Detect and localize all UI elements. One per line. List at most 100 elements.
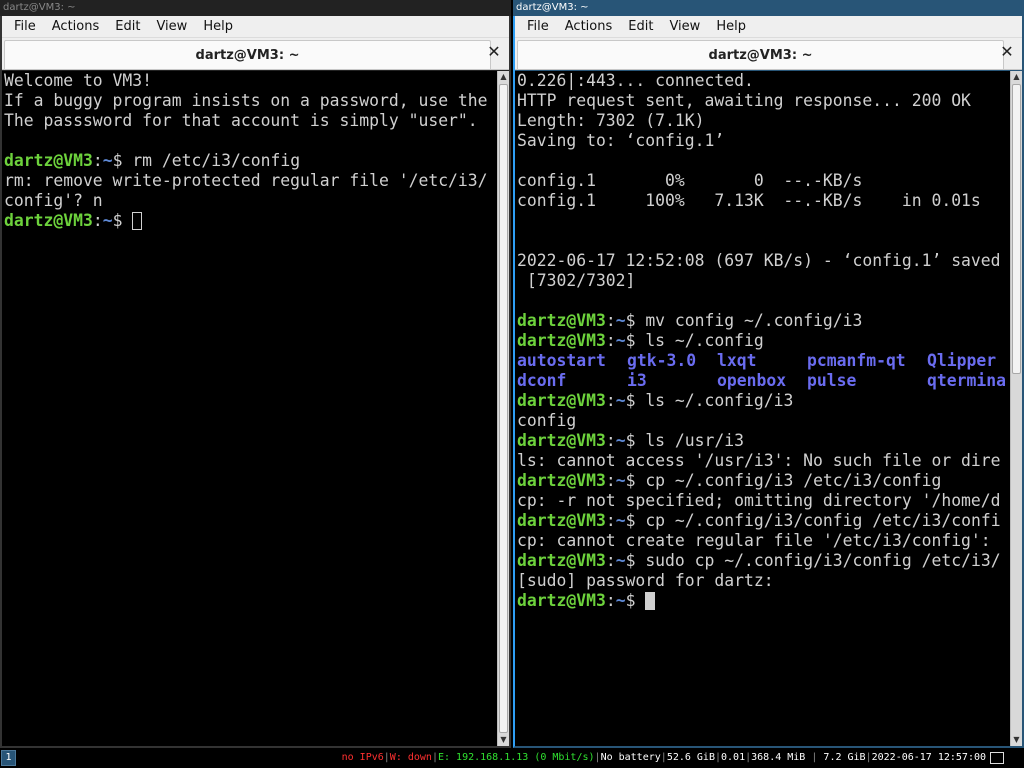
menu-actions[interactable]: Actions bbox=[44, 16, 108, 38]
menu-help[interactable]: Help bbox=[708, 16, 754, 38]
output-line: Length: 7302 (7.1K) bbox=[517, 111, 705, 130]
directory-entry: lxqt bbox=[717, 351, 757, 370]
menu-view[interactable]: View bbox=[148, 16, 195, 38]
output-line: config bbox=[517, 411, 577, 430]
output-line: config.1 0% 0 --.-KB/s bbox=[517, 171, 863, 190]
directory-entry: pcmanfm-qt bbox=[807, 351, 906, 370]
prompt-path: ~ bbox=[102, 151, 113, 170]
prompt-path: ~ bbox=[615, 511, 626, 530]
prompt-user: dartz@VM3 bbox=[517, 391, 606, 410]
right-terminal-window[interactable]: dartz@VM3: ~ File Actions Edit View Help… bbox=[513, 0, 1024, 748]
prompt-colon: : bbox=[92, 211, 103, 230]
directory-entry: dconf bbox=[517, 371, 567, 390]
menu-file[interactable]: File bbox=[519, 16, 557, 38]
prompt-line: dartz@VM3:~$ sudo cp ~/.config/i3/config… bbox=[517, 551, 1008, 571]
ipv6-status: no IPv6 bbox=[341, 752, 384, 763]
left-window-titlebar[interactable]: dartz@VM3: ~ bbox=[0, 0, 511, 16]
command-text: cp ~/.config/i3/config /etc/i3/confi bbox=[645, 511, 1001, 530]
terminal-cursor[interactable] bbox=[132, 212, 143, 230]
tab-title: dartz@VM3: ~ bbox=[708, 47, 813, 63]
directory-entry: autostart bbox=[517, 351, 606, 370]
prompt-user: dartz@VM3 bbox=[517, 331, 606, 350]
prompt-line: dartz@VM3:~$ bbox=[517, 591, 1008, 611]
left-tabbar: dartz@VM3: ~ ✕ bbox=[2, 38, 509, 70]
menu-edit[interactable]: Edit bbox=[107, 16, 148, 38]
right-window-frame: File Actions Edit View Help dartz@VM3: ~… bbox=[513, 16, 1024, 748]
tab-title: dartz@VM3: ~ bbox=[195, 47, 300, 63]
output-line: If a buggy program insists on a password… bbox=[4, 91, 488, 110]
prompt-path: ~ bbox=[615, 551, 626, 570]
right-tabbar: dartz@VM3: ~ ✕ bbox=[515, 38, 1022, 70]
prompt-symbol: $ bbox=[625, 471, 646, 490]
prompt-line: dartz@VM3:~$ ls /usr/i3 bbox=[517, 431, 1008, 451]
scroll-down-icon[interactable]: ▼ bbox=[1011, 734, 1022, 746]
left-terminal-output[interactable]: Welcome to VM3! If a buggy program insist… bbox=[4, 71, 495, 746]
right-menubar: File Actions Edit View Help bbox=[515, 16, 1022, 38]
menu-actions[interactable]: Actions bbox=[557, 16, 621, 38]
disk-status: 52.6 GiB bbox=[666, 752, 715, 763]
left-scrollbar-thumb[interactable] bbox=[499, 84, 508, 733]
terminal-cursor[interactable] bbox=[645, 592, 656, 610]
right-window-titlebar[interactable]: dartz@VM3: ~ bbox=[513, 0, 1024, 16]
left-menubar: File Actions Edit View Help bbox=[2, 16, 509, 38]
prompt-path: ~ bbox=[615, 471, 626, 490]
prompt-line: dartz@VM3:~$ cp ~/.config/i3/config /etc… bbox=[517, 511, 1008, 531]
output-line: config'? n bbox=[4, 191, 103, 210]
scroll-up-icon[interactable]: ▲ bbox=[498, 71, 509, 83]
prompt-colon: : bbox=[605, 551, 616, 570]
ethernet-status: E: 192.168.1.13 (0 Mbit/s) bbox=[437, 752, 595, 763]
output-line: Welcome to VM3! bbox=[4, 71, 153, 90]
directory-entry: i3 bbox=[627, 371, 647, 390]
output-line: config.1 100% 7.13K --.-KB/s in 0.01s bbox=[517, 191, 981, 210]
command-text: rm /etc/i3/config bbox=[132, 151, 301, 170]
directory-entry: gtk-3.0 bbox=[627, 351, 697, 370]
scroll-up-icon[interactable]: ▲ bbox=[1011, 71, 1022, 83]
load-status: 0.01 bbox=[721, 752, 746, 763]
network-monitor-icon[interactable] bbox=[990, 752, 1004, 764]
left-terminal-window[interactable]: dartz@VM3: ~ File Actions Edit View Help… bbox=[0, 0, 511, 748]
command-text: mv config ~/.config/i3 bbox=[645, 311, 863, 330]
left-terminal-tab[interactable]: dartz@VM3: ~ bbox=[4, 40, 491, 69]
prompt-symbol: $ bbox=[625, 311, 646, 330]
menu-view[interactable]: View bbox=[661, 16, 708, 38]
menu-edit[interactable]: Edit bbox=[620, 16, 661, 38]
prompt-colon: : bbox=[605, 431, 616, 450]
close-icon[interactable]: ✕ bbox=[998, 43, 1016, 61]
wifi-status: W: down bbox=[389, 752, 432, 763]
prompt-user: dartz@VM3 bbox=[517, 591, 606, 610]
left-scrollbar[interactable]: ▲ ▼ bbox=[497, 71, 509, 746]
prompt-user: dartz@VM3 bbox=[517, 311, 606, 330]
prompt-path: ~ bbox=[102, 211, 113, 230]
status-line: no IPv6|W: down|E: 192.168.1.13 (0 Mbit/… bbox=[342, 748, 986, 768]
menu-help[interactable]: Help bbox=[195, 16, 241, 38]
right-scrollbar[interactable]: ▲ ▼ bbox=[1010, 71, 1022, 746]
left-terminal-area[interactable]: Welcome to VM3! If a buggy program insist… bbox=[2, 71, 509, 746]
right-terminal-area[interactable]: 0.226|:443... connected. HTTP request sen… bbox=[515, 71, 1022, 746]
right-terminal-output[interactable]: 0.226|:443... connected. HTTP request sen… bbox=[517, 71, 1008, 746]
workspace-button[interactable]: 1 bbox=[1, 750, 16, 766]
prompt-colon: : bbox=[605, 331, 616, 350]
output-line: cp: cannot create regular file '/etc/i3/… bbox=[517, 531, 991, 550]
output-line: [7302/7302] bbox=[517, 271, 636, 290]
prompt-path: ~ bbox=[615, 391, 626, 410]
output-line: cp: -r not specified; omitting directory… bbox=[517, 491, 1001, 510]
right-scrollbar-thumb[interactable] bbox=[1012, 84, 1021, 374]
scroll-down-icon[interactable]: ▼ bbox=[498, 734, 509, 746]
prompt-symbol: $ bbox=[625, 591, 646, 610]
output-line: HTTP request sent, awaiting response... … bbox=[517, 91, 971, 110]
command-text: cp ~/.config/i3 /etc/i3/config bbox=[645, 471, 942, 490]
right-terminal-tab[interactable]: dartz@VM3: ~ bbox=[517, 40, 1004, 69]
left-window-frame: File Actions Edit View Help dartz@VM3: ~… bbox=[0, 16, 511, 748]
menu-file[interactable]: File bbox=[6, 16, 44, 38]
memory-total-status: 7.2 GiB bbox=[823, 752, 866, 763]
prompt-path: ~ bbox=[615, 331, 626, 350]
output-line: Saving to: ‘config.1’ bbox=[517, 131, 725, 150]
command-text: ls /usr/i3 bbox=[645, 431, 744, 450]
prompt-symbol: $ bbox=[625, 431, 646, 450]
memory-status: 368.4 MiB bbox=[751, 752, 806, 763]
close-icon[interactable]: ✕ bbox=[485, 43, 503, 61]
prompt-line: dartz@VM3:~$ bbox=[4, 211, 495, 231]
prompt-user: dartz@VM3 bbox=[4, 211, 93, 230]
prompt-symbol: $ bbox=[625, 551, 646, 570]
